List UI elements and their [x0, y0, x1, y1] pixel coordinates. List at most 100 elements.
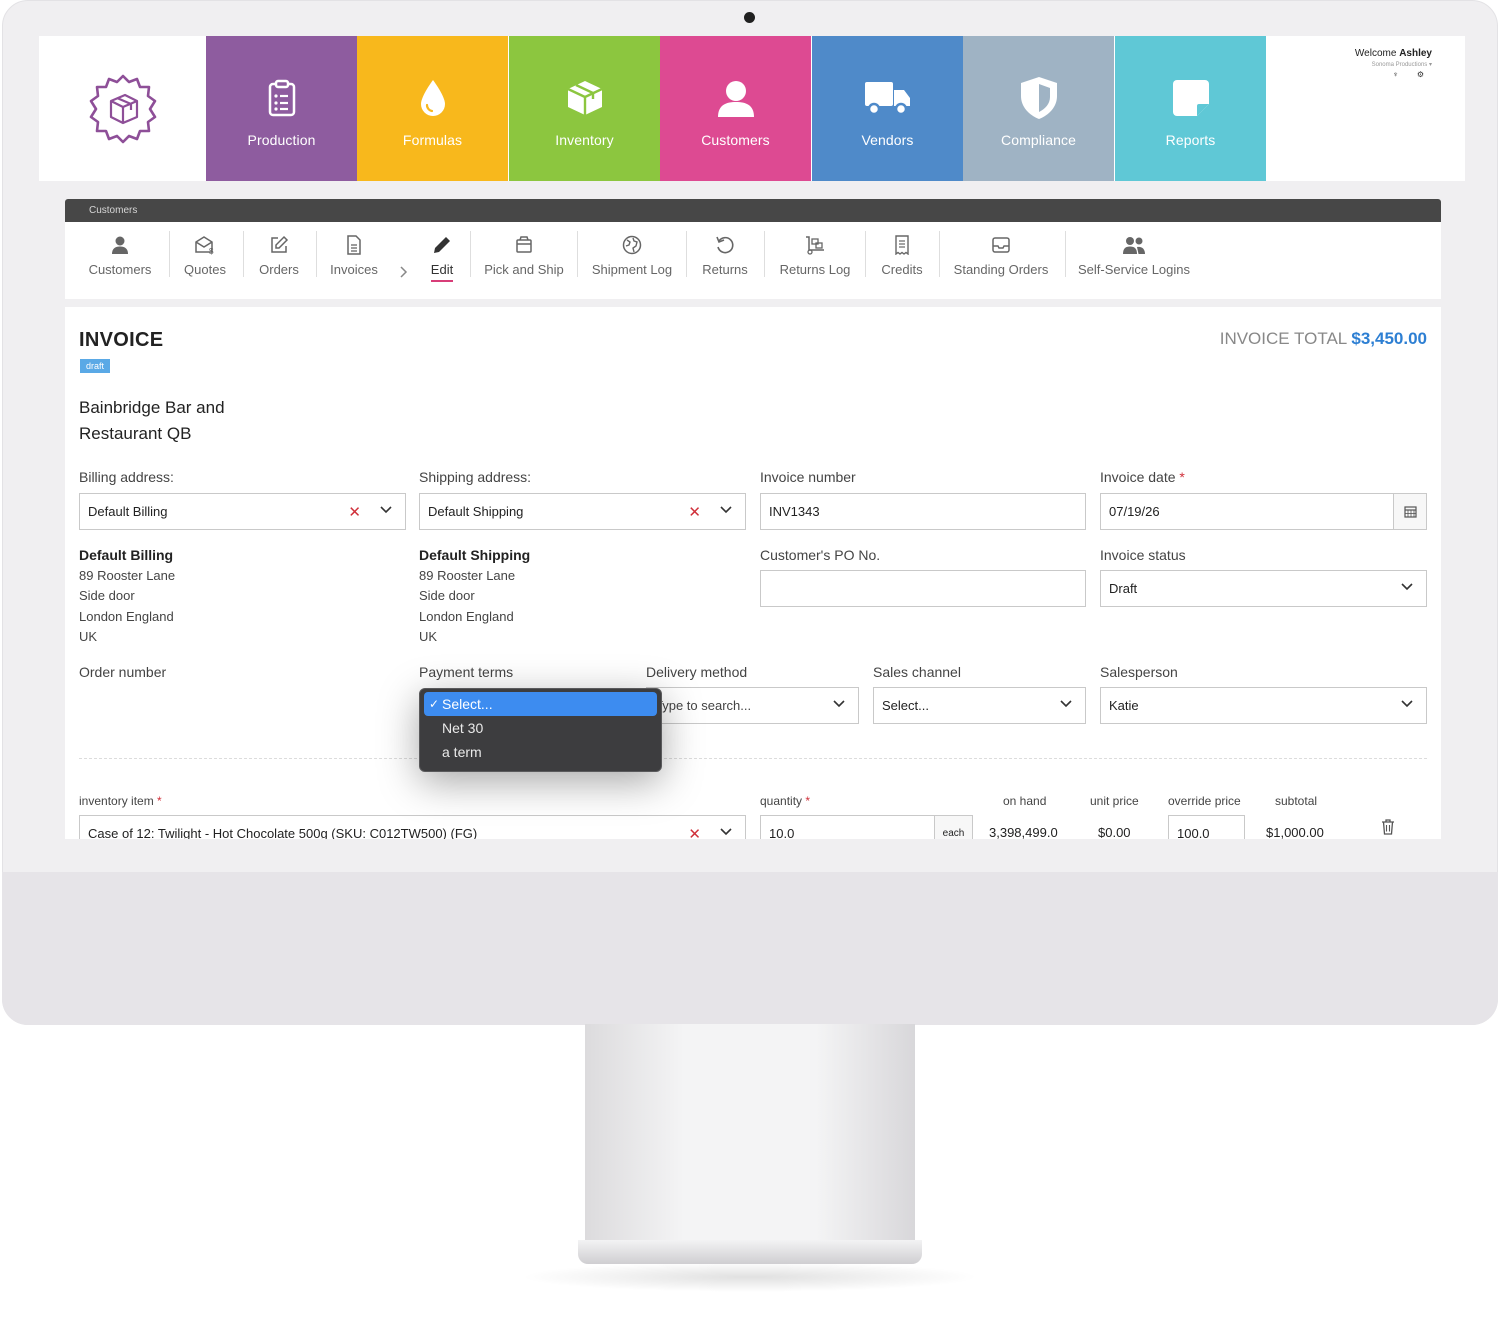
quantity-input[interactable]: 10.0 each — [760, 815, 973, 839]
module-label: Inventory — [555, 132, 614, 148]
divider — [470, 231, 471, 277]
welcome-text: Welcome Ashley — [1354, 48, 1432, 59]
module-label: Reports — [1165, 132, 1216, 148]
divider — [1065, 231, 1066, 277]
monitor-stand — [585, 1024, 915, 1244]
user-menu[interactable]: Welcome Ashley Sonoma Productions ▾ ♆ ⚙ — [1355, 48, 1432, 79]
payment-terms-dropdown[interactable]: ✓ Select... Net 30 a term — [419, 688, 662, 772]
user-tool-icons[interactable]: ♆ ⚙ — [1355, 70, 1432, 79]
subnav-self-service-logins[interactable]: Self-Service Logins — [1077, 222, 1191, 299]
subnav-customers[interactable]: Customers — [85, 222, 155, 299]
override-price-input[interactable]: 100.0 — [1168, 815, 1245, 839]
top-bar: Production Formulas Inventory Customers — [39, 36, 1465, 181]
module-label: Production — [247, 132, 316, 148]
module-formulas[interactable]: Formulas — [357, 36, 508, 181]
app-logo[interactable] — [39, 36, 206, 181]
invoice-date-label: Invoice date * — [1100, 469, 1185, 485]
box-icon — [565, 74, 605, 122]
chevron-down-icon — [379, 502, 393, 519]
camera-dot — [744, 12, 755, 23]
invoice-number-label: Invoice number — [760, 469, 856, 485]
clear-icon[interactable]: ✕ — [348, 503, 361, 521]
chevron-down-icon — [1400, 696, 1414, 713]
divider — [243, 231, 244, 277]
subnav-shipment-log[interactable]: Shipment Log — [588, 222, 676, 299]
subtotal-value: $1,000.00 — [1266, 825, 1324, 839]
customers-subnav: Customers $ Quotes Orders Invoices Edit … — [65, 222, 1441, 299]
module-production[interactable]: Production — [206, 36, 357, 181]
active-indicator — [431, 280, 453, 282]
invoice-number-input[interactable]: INV1343 — [760, 493, 1086, 530]
subnav-returns-log[interactable]: Returns Log — [775, 222, 855, 299]
po-label: Customer's PO No. — [760, 547, 881, 563]
unit-price-value: $0.00 — [1098, 825, 1131, 839]
shipping-address-select[interactable]: Default Shipping ✕ — [419, 493, 746, 530]
droplet-icon — [418, 74, 448, 122]
delivery-method-select[interactable]: Type to search... — [646, 687, 859, 724]
unit-price-label: unit price — [1090, 794, 1139, 808]
module-label: Customers — [701, 132, 770, 148]
chevron-down-icon — [1400, 579, 1414, 596]
dropdown-option[interactable]: ✓ Select... — [424, 692, 657, 716]
module-compliance[interactable]: Compliance — [963, 36, 1114, 181]
company-selector[interactable]: Sonoma Productions ▾ — [1355, 61, 1432, 68]
customer-name[interactable]: Bainbridge Bar and Restaurant QB — [79, 395, 279, 447]
subnav-returns[interactable]: Returns — [697, 222, 753, 299]
delivery-method-label: Delivery method — [646, 664, 748, 680]
dropdown-option[interactable]: Net 30 — [424, 716, 657, 740]
invoice-date-input[interactable]: 07/19/26 — [1100, 493, 1427, 530]
module-reports[interactable]: Reports — [1115, 36, 1266, 181]
badge-box-logo-icon — [89, 74, 156, 143]
divider — [865, 231, 866, 277]
payment-terms-label: Payment terms — [419, 664, 514, 680]
module-customers[interactable]: Customers — [660, 36, 811, 181]
subnav-standing-orders[interactable]: Standing Orders — [949, 222, 1053, 299]
receipt-icon — [894, 234, 910, 256]
divider — [577, 231, 578, 277]
breadcrumb-label[interactable]: Customers — [89, 205, 137, 216]
hand-truck-icon — [804, 234, 826, 256]
status-badge: draft — [80, 359, 111, 373]
on-hand-label: on hand — [1003, 794, 1047, 808]
subnav-edit[interactable]: Edit — [425, 222, 459, 299]
chevron-down-icon — [1059, 696, 1073, 713]
clipboard-icon — [267, 74, 297, 122]
person-icon — [111, 234, 129, 256]
subnav-invoices[interactable]: Invoices — [323, 222, 385, 299]
clear-icon[interactable]: ✕ — [688, 503, 701, 521]
monitor-stand-base — [578, 1240, 922, 1264]
subnav-credits[interactable]: Credits — [875, 222, 929, 299]
dropdown-option[interactable]: a term — [424, 740, 657, 764]
billing-address-select[interactable]: Default Billing ✕ — [79, 493, 406, 530]
person-icon — [716, 74, 756, 122]
unit-label: each — [934, 816, 972, 839]
users-icon — [1122, 234, 1146, 256]
chevron-down-icon — [719, 824, 733, 839]
override-price-label: override price — [1168, 794, 1241, 808]
clear-icon[interactable]: ✕ — [688, 825, 701, 839]
module-label: Compliance — [1001, 132, 1076, 148]
sales-channel-label: Sales channel — [873, 664, 961, 680]
module-vendors[interactable]: Vendors — [812, 36, 963, 181]
chevron-down-icon — [719, 502, 733, 519]
salesperson-select[interactable]: Katie — [1100, 687, 1427, 724]
calendar-icon[interactable] — [1393, 494, 1426, 529]
chevron-right-icon — [400, 266, 408, 281]
module-inventory[interactable]: Inventory — [509, 36, 660, 181]
divider — [316, 231, 317, 277]
stand-shadow — [520, 1262, 980, 1292]
divider — [169, 231, 170, 277]
invoice-status-label: Invoice status — [1100, 547, 1186, 563]
subnav-pick-and-ship[interactable]: Pick and Ship — [481, 222, 567, 299]
invoice-panel: INVOICE draft INVOICE TOTAL $3,450.00 Ba… — [65, 307, 1441, 839]
subnav-quotes[interactable]: $ Quotes — [175, 222, 235, 299]
subnav-orders[interactable]: Orders — [249, 222, 309, 299]
trash-icon[interactable] — [1381, 819, 1395, 839]
invoice-total-value: $3,450.00 — [1351, 329, 1427, 348]
po-input[interactable] — [760, 570, 1086, 607]
invoice-status-select[interactable]: Draft — [1100, 570, 1427, 607]
divider — [764, 231, 765, 277]
inventory-item-select[interactable]: Case of 12: Twilight - Hot Chocolate 500… — [79, 815, 746, 839]
sales-channel-select[interactable]: Select... — [873, 687, 1086, 724]
note-icon — [1171, 74, 1211, 122]
